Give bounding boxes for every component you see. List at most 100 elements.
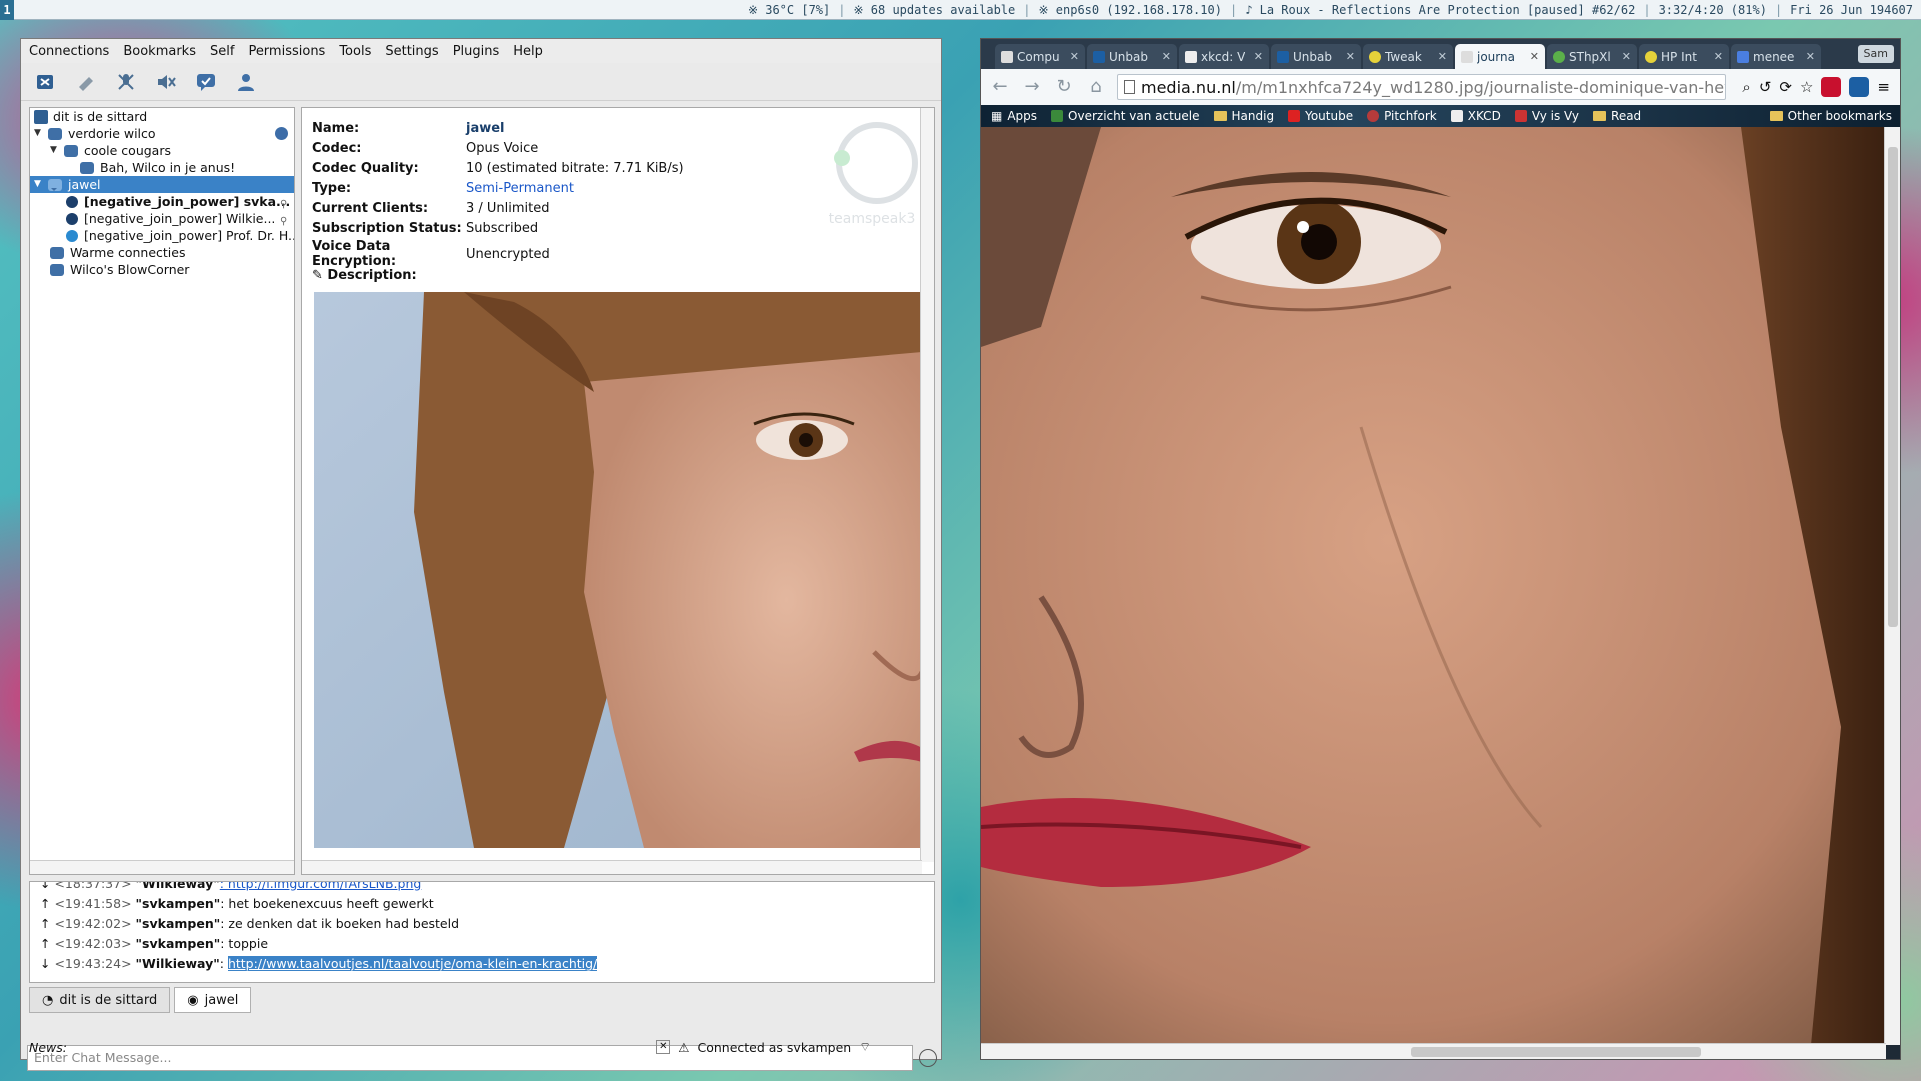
menu-bookmarks[interactable]: Bookmarks — [123, 44, 196, 59]
menu-plugins[interactable]: Plugins — [453, 44, 500, 59]
browser-tab-active[interactable]: journa ✕ — [1455, 44, 1545, 69]
workspace-indicator[interactable]: 1 — [0, 0, 14, 20]
profile-button[interactable]: Sam — [1857, 45, 1894, 63]
warning-icon[interactable]: ⚠ — [678, 1040, 689, 1055]
subscribe-button[interactable] — [193, 69, 219, 95]
browser-tab[interactable]: SThpXl ✕ — [1547, 44, 1637, 69]
info-horizontal-scrollbar[interactable] — [302, 860, 922, 874]
chat-link[interactable]: http://www.taalvoutjes.nl/taalvoutje/oma… — [227, 956, 598, 971]
close-tab-icon[interactable]: ✕ — [1162, 50, 1171, 63]
menu-settings[interactable]: Settings — [385, 44, 438, 59]
close-news-icon[interactable]: ✕ — [656, 1040, 671, 1054]
sync-icon[interactable]: ⟳ — [1779, 78, 1792, 96]
info-type-link[interactable]: Semi-Permanent — [466, 178, 684, 198]
chat-log: ↓ <18:37:37> "Wilkieway": http://i.imgur… — [29, 881, 935, 983]
chat-nick[interactable]: "Wilkieway" — [136, 882, 220, 891]
chat-nick[interactable]: "svkampen" — [136, 916, 221, 931]
browser-tab[interactable]: Unbab ✕ — [1087, 44, 1177, 69]
zoom-icon[interactable]: ⌕ — [1742, 78, 1750, 96]
battery-status: 3:32/4:20 (81%) — [1658, 2, 1767, 17]
browser-tab[interactable]: Compu ✕ — [995, 44, 1085, 69]
back-icon[interactable]: ← — [989, 76, 1011, 98]
collapse-arrow-icon[interactable]: ▼ — [34, 125, 44, 142]
chat-text[interactable]: : http://i.imgur.com/fArsLNB.png — [220, 882, 422, 891]
close-tab-icon[interactable]: ✕ — [1346, 50, 1355, 63]
mute-speakers-button[interactable] — [153, 69, 179, 95]
chat-nick[interactable]: "svkampen" — [136, 936, 221, 951]
close-tab-icon[interactable]: ✕ — [1622, 50, 1631, 63]
collapse-arrow-icon[interactable]: ▼ — [50, 142, 60, 159]
bookmark-read[interactable]: Read — [1593, 109, 1641, 123]
chat-nick[interactable]: "svkampen" — [136, 896, 221, 911]
contacts-button[interactable] — [233, 69, 259, 95]
tree-channel-cougars[interactable]: ▼ coole cougars — [30, 142, 294, 159]
menu-help[interactable]: Help — [513, 44, 543, 59]
collapse-arrow-icon[interactable]: ▼ — [34, 176, 44, 193]
mute-microphone-button[interactable] — [113, 69, 139, 95]
tree-channel-warme[interactable]: Warme connecties — [30, 244, 294, 261]
browser-tab[interactable]: HP Int ✕ — [1639, 44, 1729, 69]
bookmark-vy[interactable]: Vy is Vy — [1514, 109, 1579, 123]
channel-icon — [50, 246, 64, 259]
menu-connections[interactable]: Connections — [29, 44, 109, 59]
chat-line: ↓ <19:43:24> "Wilkieway": http://www.taa… — [40, 956, 598, 971]
tree-user-2[interactable]: [negative_join_power] Wilkie... ⚲ — [30, 210, 294, 227]
menu-self[interactable]: Self — [210, 44, 234, 59]
tree-channel-verdorie[interactable]: ▼ verdorie wilco — [30, 125, 294, 142]
close-tab-icon[interactable]: ✕ — [1530, 50, 1539, 63]
page-vertical-scrollbar[interactable] — [1884, 127, 1900, 1045]
chat-text: : ze denken dat ik boeken had besteld — [220, 916, 460, 931]
forward-icon[interactable]: → — [1021, 76, 1043, 98]
adblock-icon[interactable] — [1821, 77, 1842, 97]
channel-icon — [50, 263, 64, 276]
tree-user-1[interactable]: [negative_join_power] svka... ⚲ — [30, 193, 294, 210]
channel-info-table: Name: jawel Codec: Opus Voice Codec Qualit… — [312, 118, 684, 270]
clock: Fri 26 Jun 194607 — [1790, 2, 1913, 17]
close-tab-icon[interactable]: ✕ — [1806, 50, 1815, 63]
history-icon[interactable]: ↺ — [1759, 78, 1772, 96]
home-icon[interactable]: ⌂ — [1085, 76, 1107, 98]
unbabel-icon[interactable] — [1849, 77, 1870, 97]
disconnect-button[interactable] — [33, 69, 59, 95]
tab-channel-chat[interactable]: ◉ jawel — [174, 987, 252, 1013]
close-tab-icon[interactable]: ✕ — [1070, 50, 1079, 63]
extensions: ⌕ ↺ ⟳ ☆ ≡ — [1742, 77, 1900, 97]
bookmark-pitchfork[interactable]: Pitchfork — [1367, 109, 1437, 123]
away-button[interactable] — [73, 69, 99, 95]
tree-channel-jawel[interactable]: ▼ jawel — [30, 176, 294, 193]
close-tab-icon[interactable]: ✕ — [1254, 50, 1263, 63]
close-tab-icon[interactable]: ✕ — [1438, 50, 1447, 63]
menu-icon[interactable]: ≡ — [1877, 78, 1890, 96]
tree-user-3[interactable]: [negative_join_power] Prof. Dr. H... — [30, 227, 294, 244]
zoomed-face-image — [981, 127, 1886, 1045]
page-horizontal-scrollbar[interactable] — [981, 1043, 1886, 1059]
tree-horizontal-scrollbar[interactable] — [30, 860, 294, 874]
reload-icon[interactable]: ↻ — [1053, 76, 1075, 98]
page-hscroll-thumb[interactable] — [1411, 1047, 1701, 1057]
bookmark-apps[interactable]: ▦ Apps — [991, 109, 1037, 123]
tree-server[interactable]: dit is de sittard — [30, 108, 294, 125]
channel-name: verdorie wilco — [68, 126, 156, 141]
tree-channel-blowcorner[interactable]: Wilco's BlowCorner — [30, 261, 294, 278]
info-vertical-scrollbar[interactable] — [920, 108, 934, 862]
browser-tab[interactable]: xkcd: V ✕ — [1179, 44, 1269, 69]
menu-permissions[interactable]: Permissions — [248, 44, 325, 59]
tree-channel-bah[interactable]: Bah, Wilco in je anus! — [30, 159, 294, 176]
bookmark-overzicht[interactable]: Overzicht van actuele — [1051, 109, 1200, 123]
browser-tab[interactable]: Tweak ✕ — [1363, 44, 1453, 69]
user-badge-icon: ⚲ — [280, 198, 288, 210]
close-tab-icon[interactable]: ✕ — [1714, 50, 1723, 63]
bookmark-youtube[interactable]: Youtube — [1288, 109, 1353, 123]
tab-server-chat[interactable]: ◔ dit is de sittard — [29, 987, 171, 1013]
browser-tab[interactable]: menee ✕ — [1731, 44, 1821, 69]
bookmark-other[interactable]: Other bookmarks — [1769, 109, 1900, 123]
address-bar[interactable]: media.nu.nl/m/m1nxhfca724y_wd1280.jpg/jo… — [1117, 74, 1727, 100]
bookmark-star-icon[interactable]: ☆ — [1800, 78, 1813, 96]
browser-tab[interactable]: Unbab ✕ — [1271, 44, 1361, 69]
bookmark-handig[interactable]: Handig — [1213, 109, 1274, 123]
user-badge-icon: ⚲ — [280, 215, 288, 227]
bookmark-xkcd[interactable]: XKCD — [1450, 109, 1501, 123]
menu-tools[interactable]: Tools — [339, 44, 371, 59]
chat-nick[interactable]: "Wilkieway" — [136, 956, 220, 971]
page-scroll-thumb[interactable] — [1888, 147, 1898, 627]
